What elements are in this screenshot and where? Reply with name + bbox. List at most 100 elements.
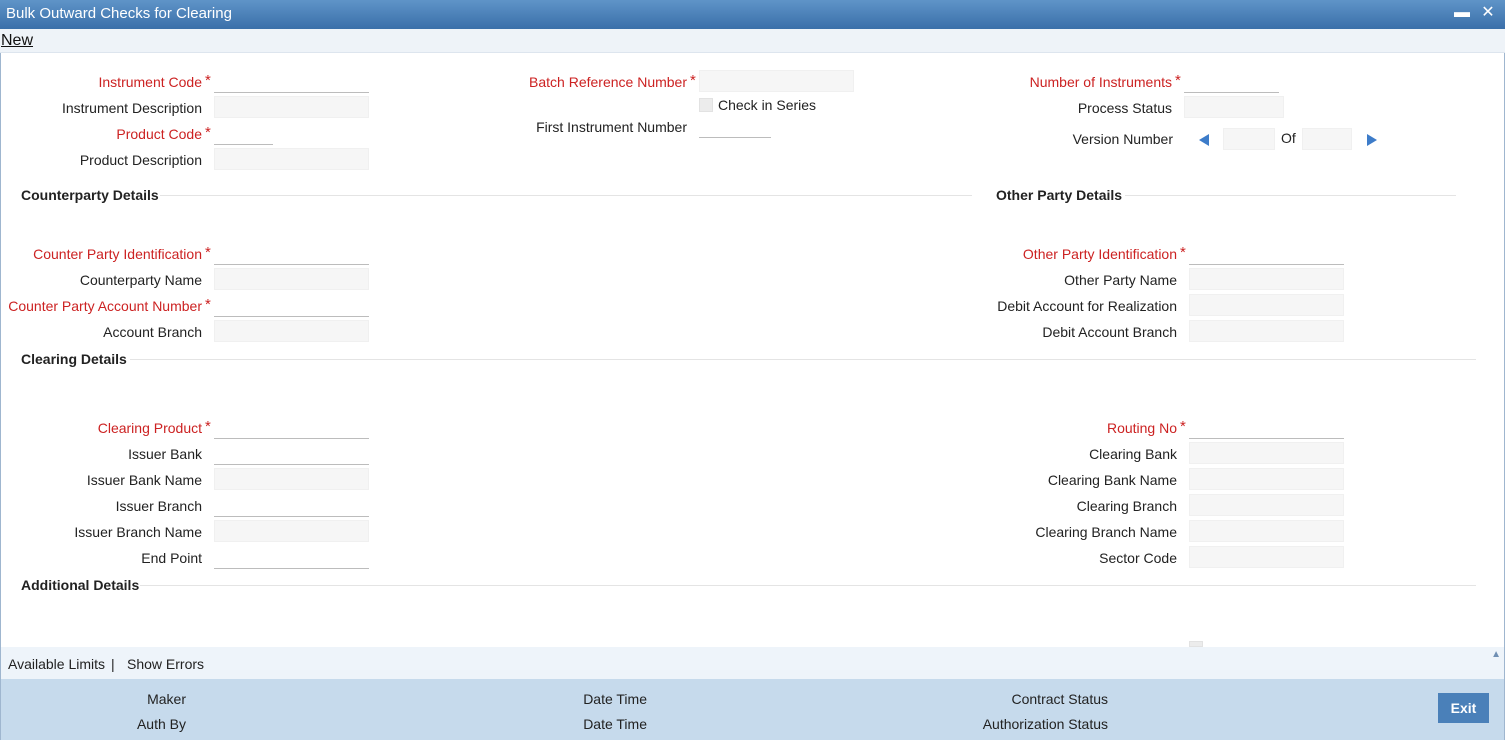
clearing-details-heading: Clearing Details bbox=[21, 351, 127, 367]
window-title-bar: Bulk Outward Checks for Clearing ▬ ✕ bbox=[0, 0, 1505, 29]
required-marker: * bbox=[205, 244, 211, 261]
debit-account-for-realization-label: Debit Account for Realization bbox=[997, 298, 1177, 314]
issuer-bank-name-field bbox=[214, 468, 369, 490]
clearing-branch-name-field bbox=[1189, 520, 1344, 542]
product-code-label: Product Code bbox=[116, 126, 202, 142]
maker-date-time-label: Date Time bbox=[583, 691, 647, 707]
counter-party-identification-label: Counter Party Identification bbox=[33, 246, 202, 262]
end-point-input[interactable] bbox=[214, 547, 369, 569]
instrument-description-label: Instrument Description bbox=[61, 100, 202, 116]
previous-version-icon[interactable] bbox=[1199, 134, 1209, 146]
instrument-code-input[interactable] bbox=[214, 71, 369, 93]
issuer-branch-label: Issuer Branch bbox=[115, 498, 202, 514]
batch-reference-number-label: Batch Reference Number bbox=[529, 74, 687, 90]
next-version-icon[interactable] bbox=[1367, 134, 1377, 146]
clearing-bank-name-field bbox=[1189, 468, 1344, 490]
account-branch-label: Account Branch bbox=[103, 324, 202, 340]
counter-party-account-number-label: Counter Party Account Number bbox=[8, 298, 202, 314]
issuer-bank-input[interactable] bbox=[214, 443, 369, 465]
process-status-label: Process Status bbox=[1077, 100, 1172, 116]
routing-no-input[interactable] bbox=[1189, 417, 1344, 439]
routing-no-label: Routing No bbox=[1106, 420, 1177, 436]
instrument-code-label: Instrument Code bbox=[98, 74, 203, 90]
authorization-status-label: Authorization Status bbox=[982, 716, 1108, 732]
check-in-series-checkbox[interactable] bbox=[699, 98, 713, 112]
clearing-product-input[interactable] bbox=[214, 417, 369, 439]
sector-code-label: Sector Code bbox=[1099, 550, 1177, 566]
clearing-bank-field bbox=[1189, 442, 1344, 464]
sector-code-field bbox=[1189, 546, 1344, 568]
counterparty-name-field bbox=[214, 268, 369, 290]
minimize-icon[interactable]: ▬ bbox=[1452, 3, 1472, 23]
audit-footer: Maker Auth By Date Time Date Time Contra… bbox=[0, 679, 1505, 740]
other-party-identification-input[interactable] bbox=[1189, 243, 1344, 265]
debit-account-for-realization-field bbox=[1189, 294, 1344, 316]
first-instrument-number-input[interactable] bbox=[699, 116, 771, 138]
total-versions-field bbox=[1302, 128, 1352, 150]
toolbar: New bbox=[0, 29, 1505, 53]
window-title: Bulk Outward Checks for Clearing bbox=[6, 5, 232, 22]
required-marker: * bbox=[1175, 72, 1181, 89]
clearing-bank-name-label: Clearing Bank Name bbox=[1047, 472, 1177, 488]
debit-account-branch-field bbox=[1189, 320, 1344, 342]
check-in-series-label: Check in Series bbox=[718, 97, 817, 113]
issuer-bank-label: Issuer Bank bbox=[128, 446, 202, 462]
of-label: Of bbox=[1281, 130, 1296, 146]
required-marker: * bbox=[690, 72, 696, 89]
required-marker: * bbox=[1180, 244, 1186, 261]
required-marker: * bbox=[205, 296, 211, 313]
product-code-input[interactable] bbox=[214, 123, 273, 145]
other-party-name-field bbox=[1189, 268, 1344, 290]
other-party-name-label: Other Party Name bbox=[1064, 272, 1177, 288]
end-point-label: End Point bbox=[141, 550, 202, 566]
required-marker: * bbox=[205, 124, 211, 141]
other-party-identification-label: Other Party Identification bbox=[1022, 246, 1177, 262]
link-bar: Available Limits | Show Errors ▲ bbox=[0, 647, 1505, 679]
counterparty-name-label: Counterparty Name bbox=[79, 272, 202, 288]
section-divider bbox=[160, 195, 972, 196]
counterparty-details-heading: Counterparty Details bbox=[21, 187, 159, 203]
issuer-branch-input[interactable] bbox=[214, 495, 369, 517]
section-divider bbox=[140, 585, 1476, 586]
counter-party-identification-input[interactable] bbox=[214, 243, 369, 265]
show-errors-link[interactable]: Show Errors bbox=[127, 656, 204, 672]
other-party-details-heading: Other Party Details bbox=[996, 187, 1123, 203]
first-instrument-number-label: First Instrument Number bbox=[536, 119, 687, 135]
link-separator: | bbox=[111, 656, 115, 672]
auth-date-time-label: Date Time bbox=[583, 716, 647, 732]
required-marker: * bbox=[1180, 418, 1186, 435]
issuer-bank-name-label: Issuer Bank Name bbox=[86, 472, 202, 488]
batch-reference-number-field bbox=[699, 70, 854, 92]
maker-label: Maker bbox=[147, 691, 186, 707]
close-icon[interactable]: ✕ bbox=[1478, 3, 1498, 23]
clearing-bank-label: Clearing Bank bbox=[1089, 446, 1177, 462]
clearing-branch-name-label: Clearing Branch Name bbox=[1035, 524, 1177, 540]
number-of-instruments-input[interactable] bbox=[1184, 71, 1279, 93]
scroll-up-icon[interactable]: ▲ bbox=[1491, 649, 1501, 660]
product-description-field bbox=[214, 148, 369, 170]
section-divider bbox=[130, 359, 1476, 360]
exit-button[interactable]: Exit bbox=[1438, 693, 1489, 723]
clearing-branch-field bbox=[1189, 494, 1344, 516]
new-link[interactable]: New bbox=[1, 32, 33, 50]
clearing-product-label: Clearing Product bbox=[97, 420, 202, 436]
auth-by-label: Auth By bbox=[136, 716, 186, 732]
account-branch-field bbox=[214, 320, 369, 342]
issuer-branch-name-label: Issuer Branch Name bbox=[74, 524, 202, 540]
section-divider bbox=[1125, 195, 1456, 196]
instrument-description-field bbox=[214, 96, 369, 118]
additional-details-heading: Additional Details bbox=[21, 577, 140, 593]
required-marker: * bbox=[205, 72, 211, 89]
product-description-label: Product Description bbox=[79, 152, 202, 168]
required-marker: * bbox=[205, 418, 211, 435]
version-number-field bbox=[1223, 128, 1275, 150]
counter-party-account-number-input[interactable] bbox=[214, 295, 369, 317]
debit-account-branch-label: Debit Account Branch bbox=[1042, 324, 1177, 340]
number-of-instruments-label: Number of Instruments bbox=[1029, 74, 1172, 90]
version-number-label: Version Number bbox=[1072, 131, 1173, 147]
clearing-branch-label: Clearing Branch bbox=[1076, 498, 1177, 514]
contract-status-label: Contract Status bbox=[1011, 691, 1109, 707]
available-limits-link[interactable]: Available Limits bbox=[8, 656, 105, 672]
issuer-branch-name-field bbox=[214, 520, 369, 542]
process-status-field bbox=[1184, 96, 1284, 118]
